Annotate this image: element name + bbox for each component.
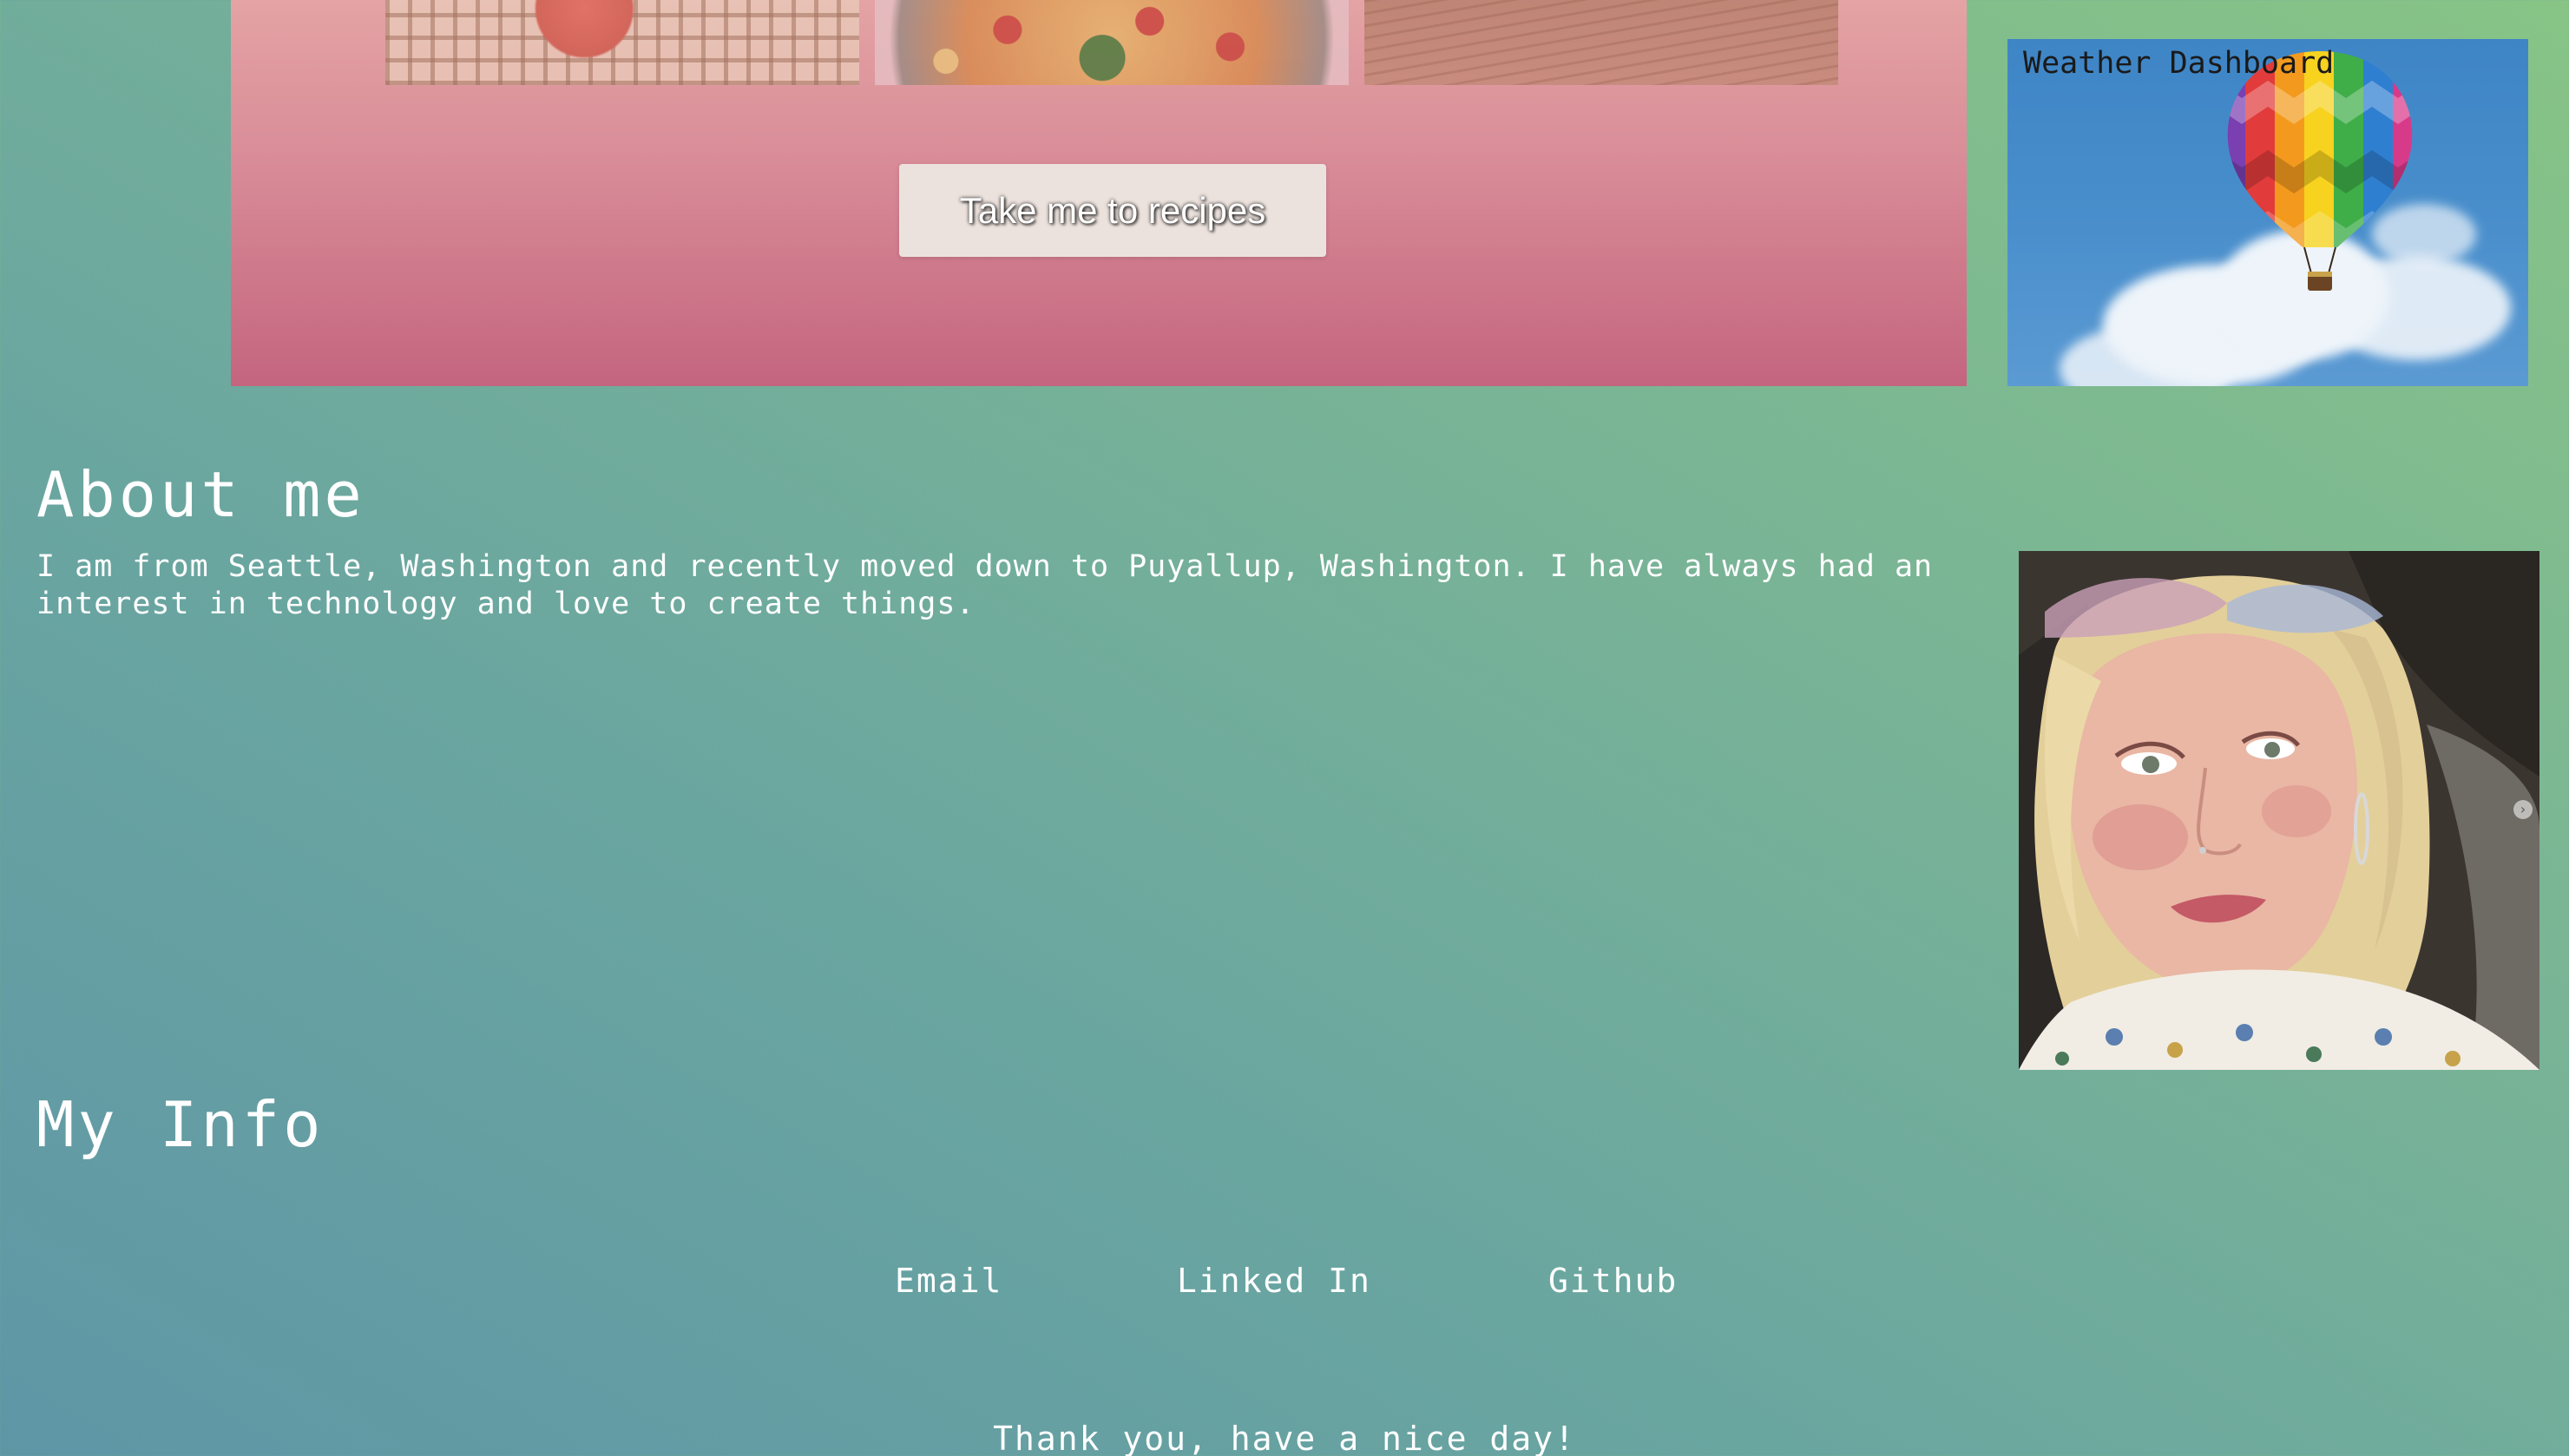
email-link[interactable]: Email (895, 1262, 1002, 1300)
recipe-thumbnails (385, 0, 1838, 85)
take-me-to-recipes-button[interactable]: Take me to recipes (899, 164, 1326, 257)
weather-dashboard-title: Weather Dashboard (2023, 46, 2335, 81)
about-me-heading: About me (36, 458, 365, 531)
wood-table-thumbnail (1364, 0, 1838, 85)
footer-message: Thank you, have a nice day! (993, 1420, 1576, 1456)
contact-links: Email Linked In Github (0, 1262, 2569, 1305)
tomato-thumbnail (385, 0, 859, 85)
linkedin-link[interactable]: Linked In (1177, 1262, 1371, 1300)
about-me-text: I am from Seattle, Washington and recent… (36, 549, 1934, 621)
hot-air-balloon-image (2227, 51, 2413, 291)
my-info-heading: My Info (36, 1088, 325, 1161)
chevron-right-icon[interactable]: › (2513, 800, 2533, 819)
weather-dashboard-card[interactable]: Weather Dashboard (2007, 39, 2528, 386)
recipes-card: Take me to recipes (231, 0, 1967, 386)
portrait-photo: › (2019, 551, 2539, 1070)
portrait-image (2019, 551, 2539, 1070)
github-link[interactable]: Github (1548, 1262, 1678, 1300)
pizza-thumbnail (875, 0, 1349, 85)
